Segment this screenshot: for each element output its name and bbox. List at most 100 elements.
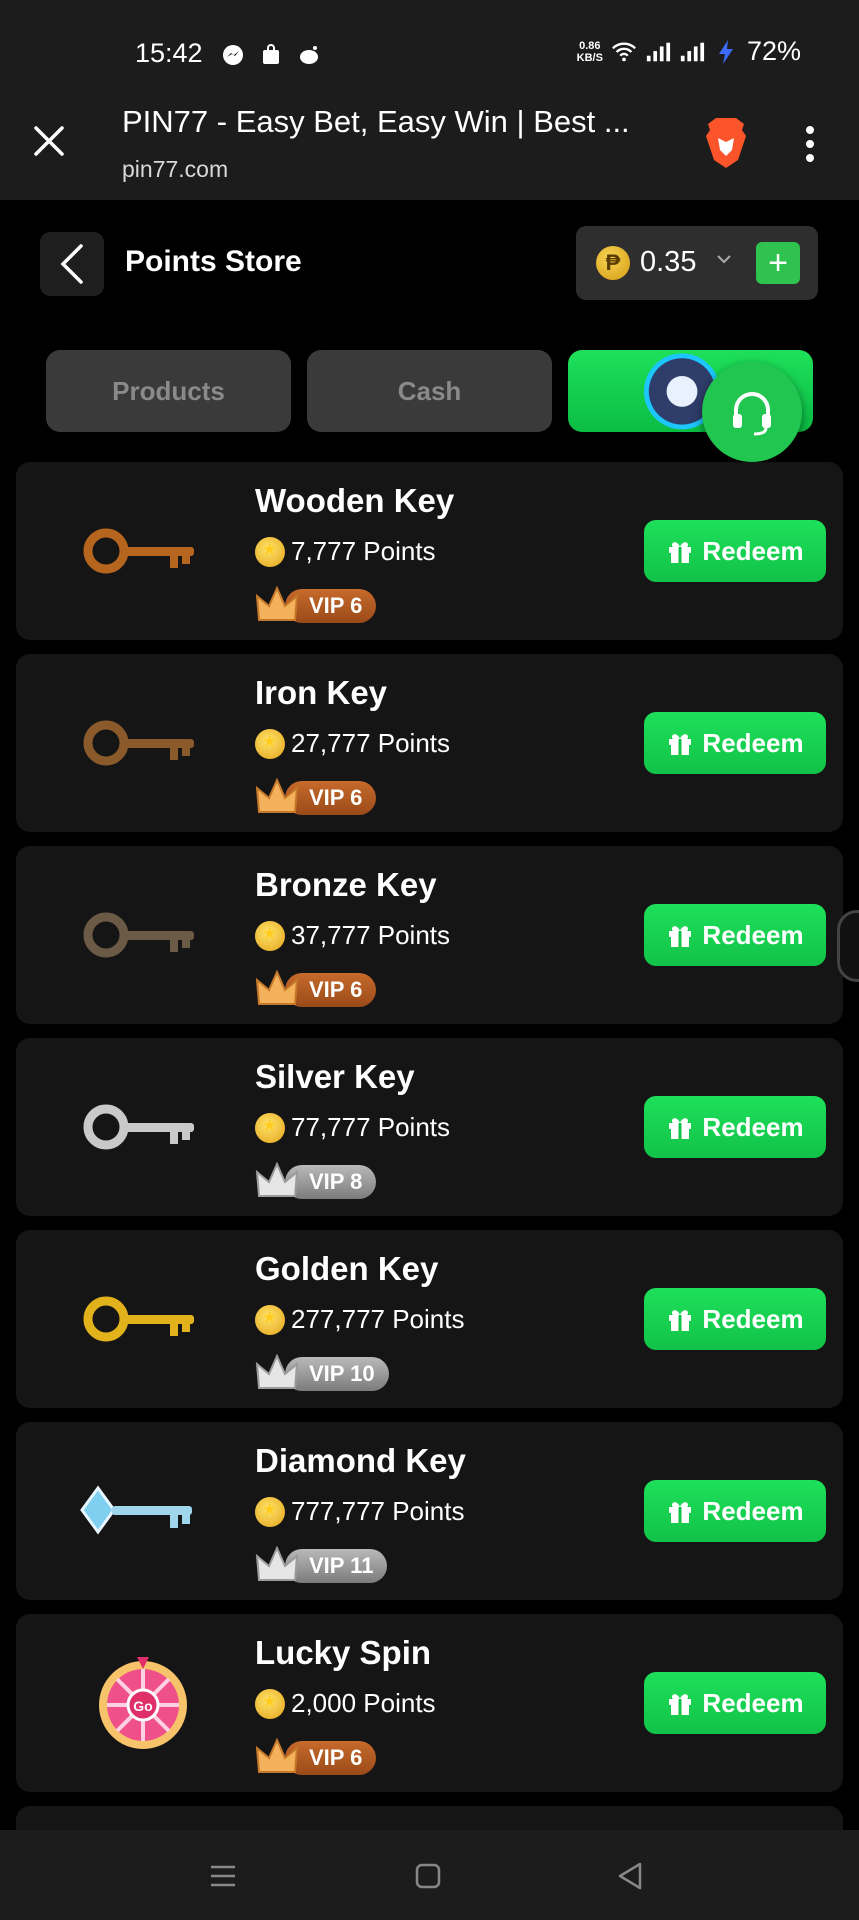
store-header: Points Store ₱ 0.35 + [0,200,859,320]
vip-level-badge: VIP 11 [285,1549,388,1583]
chevron-down-icon[interactable] [716,252,732,270]
crown-icon [255,969,299,1010]
vip-requirement: VIP 6 [255,1737,377,1778]
home-icon[interactable] [410,1858,446,1894]
redeem-button[interactable]: Redeem [644,904,826,966]
gift-icon [669,1310,692,1331]
recent-apps-icon[interactable] [205,1858,241,1894]
crown-icon [255,777,299,818]
notification-icons [220,42,322,68]
redeem-label: Redeem [702,919,804,950]
vip-level-badge: VIP 10 [285,1357,389,1391]
crown-icon [255,1737,299,1778]
item-name: Diamond Key [255,1442,466,1479]
silver-key-icon [68,1072,218,1182]
redeem-button[interactable]: Redeem [644,1288,826,1350]
status-bar: 15:42 0.86 KB/S 72% [0,0,859,98]
store-item-card: Wooden Key 7,777 Points VIP 6 Redeem [16,462,843,640]
messenger-icon [220,42,246,68]
vip-requirement: VIP 11 [255,1545,388,1586]
headset-icon [733,392,771,436]
points-coin-icon [255,1112,285,1143]
redeem-button[interactable]: Redeem [644,520,826,582]
vip-requirement: VIP 10 [255,1353,389,1394]
points-value: 37,777 Points [291,920,451,950]
url-text[interactable]: pin77.com [122,156,228,183]
add-funds-button[interactable]: + [756,242,800,284]
balance-value: 0.35 [640,246,697,278]
net-speed: 0.86 KB/S [576,39,603,64]
item-points: 27,777 Points [255,728,450,759]
store-item-card: Iron Key 27,777 Points VIP 6 Redeem [16,654,843,832]
tab-cash[interactable]: Cash [307,350,552,432]
back-button[interactable] [40,232,104,296]
diamond-key-icon [68,1456,218,1566]
crown-icon [255,1161,299,1202]
redeem-button[interactable]: Redeem [644,1096,826,1158]
redeem-label: Redeem [702,1495,804,1526]
more-options-icon[interactable] [800,124,820,164]
balance-widget[interactable]: ₱ 0.35 + [576,226,818,300]
shopping-bag-icon [258,42,284,68]
gift-icon [669,734,692,755]
gift-icon [669,1502,692,1523]
battery-level: 72% [746,36,801,66]
peso-coin-icon: ₱ [596,246,630,280]
redeem-label: Redeem [702,1687,804,1718]
back-nav-icon[interactable] [612,1858,648,1894]
redeem-label: Redeem [702,1111,804,1142]
system-nav-bar [0,1830,859,1920]
crown-icon [255,1353,299,1394]
charging-icon [713,39,739,65]
item-points: 2,000 Points [255,1688,436,1719]
points-value: 777,777 Points [291,1496,465,1526]
page-title-bar[interactable]: PIN77 - Easy Bet, Easy Win | Best ... [122,104,630,140]
points-value: 2,000 Points [291,1688,436,1718]
points-coin-icon [255,1496,285,1527]
item-points: 77,777 Points [255,1112,450,1143]
store-item-card-partial [16,1806,843,1830]
vip-requirement: VIP 6 [255,969,377,1010]
item-name: Iron Key [255,674,388,711]
browser-toolbar: PIN77 - Easy Bet, Easy Win | Best ... pi… [0,98,859,200]
reddit-icon [296,42,322,68]
vip-requirement: VIP 6 [255,585,377,626]
redeem-button[interactable]: Redeem [644,712,826,774]
tab-products[interactable]: Products [46,350,291,432]
gift-icon [669,926,692,947]
store-item-card: Silver Key 77,777 Points VIP 8 Redeem [16,1038,843,1216]
iron-key-icon [68,688,218,798]
crown-icon [255,1545,299,1586]
redeem-button[interactable]: Redeem [644,1672,826,1734]
store-item-card: Go Lucky Spin 2,000 Points VIP 6 Redeem [16,1614,843,1792]
item-points: 277,777 Points [255,1304,464,1335]
signal-icon [645,39,671,65]
store-item-card: Diamond Key 777,777 Points VIP 11 Redeem [16,1422,843,1600]
close-tab-icon[interactable] [30,122,68,160]
gift-icon [669,542,692,563]
bronze-key-icon [68,880,218,990]
brave-shields-icon[interactable] [700,116,752,170]
wheel-go-label: Go [133,1698,152,1714]
points-coin-icon [255,536,285,567]
gift-icon [669,1118,692,1139]
store-item-card: Golden Key 277,777 Points VIP 10 Redeem [16,1230,843,1408]
vip-requirement: VIP 6 [255,777,377,818]
redeem-button[interactable]: Redeem [644,1480,826,1542]
wooden-key-icon [68,496,218,606]
item-name: Golden Key [255,1250,439,1287]
customer-support-button[interactable] [702,362,802,462]
redeem-label: Redeem [702,727,804,758]
points-coin-icon [255,920,285,951]
golden-key-icon [68,1264,218,1374]
wifi-icon [611,39,637,65]
page-title: Points Store [125,245,302,278]
item-name: Lucky Spin [255,1634,432,1671]
vip-requirement: VIP 8 [255,1161,377,1202]
redeem-label: Redeem [702,535,804,566]
points-coin-icon [255,1688,285,1719]
item-name: Silver Key [255,1058,415,1095]
crown-icon [255,585,299,626]
item-points: 7,777 Points [255,536,436,567]
floating-edge-button[interactable] [837,910,859,982]
